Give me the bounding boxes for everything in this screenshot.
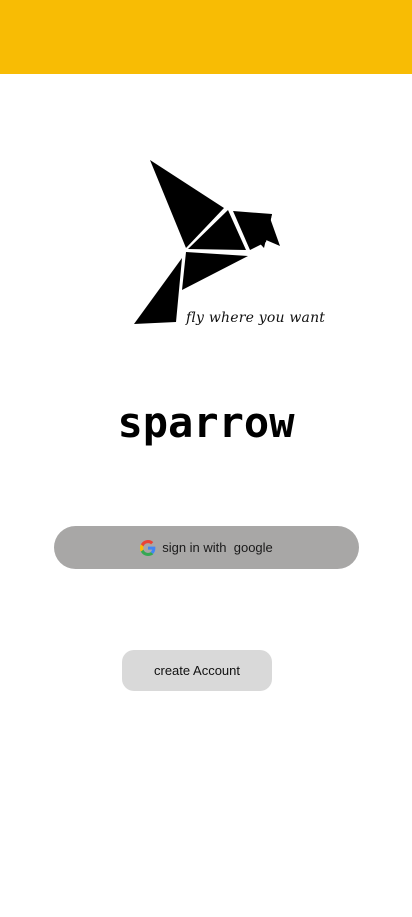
tagline: fly where you want [186, 310, 326, 326]
google-g-icon [140, 539, 156, 556]
app-title: sparrow [117, 398, 295, 447]
create-account-button[interactable]: create Account [122, 650, 272, 691]
origami-sparrow-icon [134, 160, 280, 324]
google-signin-button[interactable]: sign in with google [54, 526, 359, 569]
google-signin-label: sign in with google [162, 540, 273, 555]
